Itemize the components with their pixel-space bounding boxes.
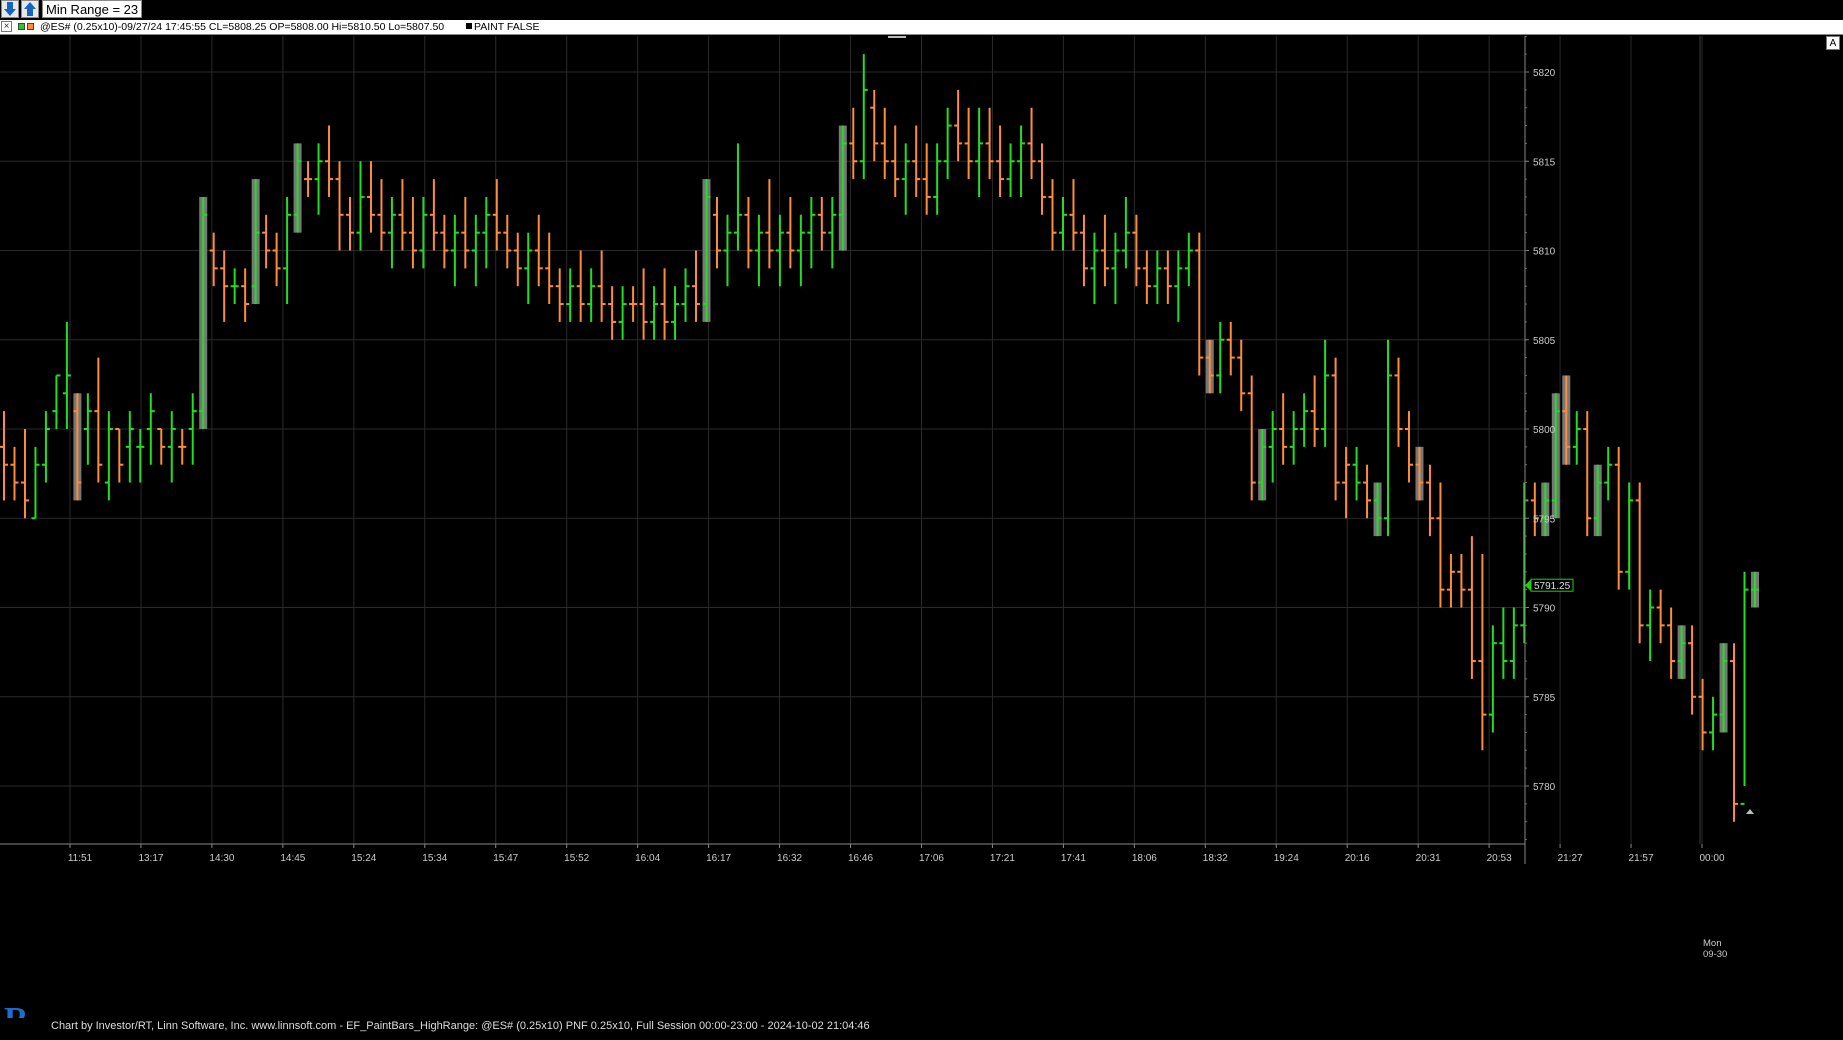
ohlc-bars [0,54,1759,822]
close-chart-button[interactable]: × [1,21,12,32]
time-label: 17:41 [1061,853,1086,864]
chart-info-bar: × @ES# (0.25x10)-09/27/24 17:45:55 CL=58… [0,20,1843,35]
close-icon: × [3,21,10,32]
time-label: 15:47 [493,853,518,864]
price-label: 5805 [1533,336,1556,347]
time-label: 16:17 [706,853,731,864]
down-color-swatch[interactable] [27,23,34,30]
time-label: 13:17 [138,853,163,864]
chart-footer: Chart by Investor/RT, Linn Software, Inc… [0,1018,1843,1035]
price-label: 5815 [1533,157,1556,168]
time-label: 21:57 [1629,853,1654,864]
up-color-swatch[interactable] [18,23,25,30]
min-range-field[interactable]: Min Range = 23 [42,0,143,18]
time-axis: 11:51 13:17 14:30 14:45 15:24 15:34 15:47 15:52… [0,809,1754,960]
top-marker [888,36,906,38]
time-label: 21:27 [1558,853,1583,864]
time-label: 20:31 [1416,853,1441,864]
arrow-down-icon [4,2,16,16]
time-label: 15:34 [422,853,447,864]
time-label: 17:21 [990,853,1015,864]
arrow-up-icon [24,2,36,16]
scroll-marker-icon [1746,809,1754,814]
time-label: 00:00 [1699,853,1724,864]
price-label: 5820 [1533,68,1556,79]
chart-grid [0,36,1703,844]
time-label: 15:52 [564,853,589,864]
price-label: 5810 [1533,247,1556,258]
price-chart[interactable]: 5820 5815 5810 5805 5800 5795 5790 5785 5780 5791… [0,36,1843,1018]
top-toolbar: Min Range = 23 [0,0,1843,19]
time-label: 15:24 [351,853,376,864]
price-label: 5790 [1533,604,1556,615]
time-label: 17:06 [919,853,944,864]
price-label: 5795 [1533,514,1556,525]
current-price-label: 5791.25 [1534,581,1571,592]
price-label: 5785 [1533,693,1556,704]
scroll-down-button[interactable] [1,0,19,18]
time-label: 14:45 [280,853,305,864]
time-label: 18:32 [1203,853,1228,864]
symbol-info-text: @ES# (0.25x10)-09/27/24 17:45:55 CL=5808… [40,21,445,33]
time-label: 16:32 [777,853,802,864]
time-label: 20:53 [1487,853,1512,864]
time-label: 19:24 [1274,853,1299,864]
footer-text: Chart by Investor/RT, Linn Software, Inc… [51,1020,870,1032]
time-label: 14:30 [209,853,234,864]
session-day-label: Mon [1703,938,1721,949]
session-date-label: 09-30 [1703,949,1727,960]
time-label: 18:06 [1132,853,1157,864]
time-label: 16:46 [848,853,873,864]
paint-status-text: PAINT FALSE [474,21,540,33]
time-label: 20:16 [1345,853,1370,864]
time-label: 16:04 [635,853,660,864]
price-label: 5800 [1533,425,1556,436]
time-label: 11:51 [68,853,93,864]
paint-indicator-icon [466,23,472,29]
scroll-up-button[interactable] [21,0,39,18]
price-label: 5780 [1533,782,1556,793]
